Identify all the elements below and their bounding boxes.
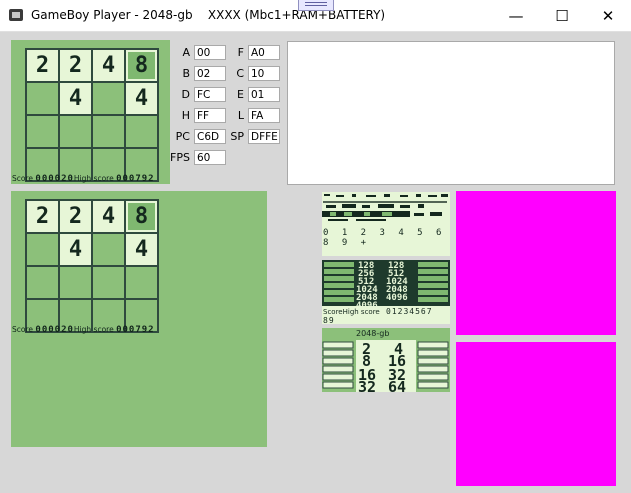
sprite-viewer-top bbox=[456, 191, 616, 335]
board-tile: 2 bbox=[60, 201, 91, 232]
register-value-field[interactable]: FC bbox=[194, 87, 226, 102]
bg-map-graphic: 128 128 256 512 512 1024 1024 2048 2048 … bbox=[322, 260, 450, 324]
board-tile bbox=[93, 234, 124, 265]
close-button[interactable]: ✕ bbox=[585, 0, 631, 31]
minimize-icon: — bbox=[508, 6, 524, 25]
register-value-field[interactable]: DFFE bbox=[248, 129, 280, 144]
lcd-screen-large: 224844 Score 000020High score 000792 bbox=[11, 191, 267, 447]
register-label: PC bbox=[175, 130, 190, 143]
score-line-mirror: Score 000020High score 000792 bbox=[12, 325, 155, 335]
window-number: 32 bbox=[358, 378, 376, 392]
score-label: Score bbox=[12, 325, 34, 334]
window-number: 64 bbox=[388, 378, 406, 392]
board-tile bbox=[60, 267, 91, 298]
register-value-field[interactable]: 01 bbox=[248, 87, 280, 102]
board-tile: 2 bbox=[27, 201, 58, 232]
tileset-glyphs bbox=[322, 192, 450, 226]
register-label: L bbox=[237, 109, 244, 122]
board-tile: 8 bbox=[126, 201, 157, 232]
high-score-label: High score bbox=[73, 174, 114, 183]
board-tile: 4 bbox=[126, 83, 157, 114]
score-value: 000020 bbox=[35, 325, 74, 335]
title-bar: GameBoy Player - 2048-gb XXXX (Mbc1+RAM+… bbox=[0, 0, 631, 32]
register-label: B bbox=[182, 67, 190, 80]
board-tile: 2 bbox=[60, 50, 91, 81]
close-icon: ✕ bbox=[601, 6, 615, 25]
sprite-viewer-bottom bbox=[456, 342, 616, 486]
high-score-label: High score bbox=[73, 325, 114, 334]
lcd-screen-small: 224844 Score 000020High score 000792 bbox=[11, 40, 170, 184]
board-tile: 4 bbox=[60, 83, 91, 114]
score-line: Score 000020High score 000792 bbox=[12, 174, 155, 184]
register-label: F bbox=[237, 46, 244, 59]
board-tile bbox=[126, 116, 157, 147]
register-label: SP bbox=[230, 130, 244, 143]
register-value-field[interactable]: FA bbox=[248, 108, 280, 123]
tileset-viewer: 0 1 2 3 4 5 6 7 8 9 + bbox=[322, 192, 450, 256]
maximize-button[interactable]: ☐ bbox=[539, 0, 585, 31]
register-value-field[interactable]: 60 bbox=[194, 150, 226, 165]
board-tile: 2 bbox=[27, 50, 58, 81]
register-label: FPS bbox=[170, 151, 190, 164]
board-tile bbox=[27, 116, 58, 147]
bgmap-digits2: 89 bbox=[323, 316, 335, 324]
register-value-field[interactable]: 10 bbox=[248, 66, 280, 81]
minimize-button[interactable]: — bbox=[493, 0, 539, 31]
register-value-field[interactable]: A0 bbox=[248, 45, 280, 60]
board-tile: 4 bbox=[93, 50, 124, 81]
board-tile: 4 bbox=[60, 234, 91, 265]
tileset-digits: 0 1 2 3 4 5 6 7 8 9 + bbox=[323, 228, 450, 248]
window-layer-viewer: 2048-gb 2 4 8 16 16 32 32 64 bbox=[322, 328, 450, 392]
game-board: 224844 bbox=[25, 48, 159, 182]
board-tile: 4 bbox=[126, 234, 157, 265]
register-label: C bbox=[236, 67, 244, 80]
bgmap-digits: 01234567 bbox=[386, 307, 433, 316]
bg-map-viewer: 128 128 256 512 512 1024 1024 2048 2048 … bbox=[322, 260, 450, 324]
register-label: A bbox=[182, 46, 190, 59]
emulator-client-area: 224844 Score 000020High score 000792 A 00… bbox=[0, 32, 631, 493]
window-layer-graphic: 2048-gb 2 4 8 16 16 32 32 64 bbox=[322, 328, 450, 392]
app-icon bbox=[9, 9, 23, 21]
board-tile bbox=[27, 83, 58, 114]
register-value-field[interactable]: 00 bbox=[194, 45, 226, 60]
bgmap-score-label: ScoreHigh score bbox=[323, 308, 380, 316]
board-tile bbox=[93, 83, 124, 114]
board-tile bbox=[27, 234, 58, 265]
register-label: H bbox=[181, 109, 190, 122]
register-label: D bbox=[181, 88, 190, 101]
register-label: E bbox=[237, 88, 244, 101]
maximize-icon: ☐ bbox=[555, 6, 569, 25]
debug-output-box[interactable] bbox=[287, 41, 615, 185]
game-board-mirror: 224844 bbox=[25, 199, 159, 333]
bgmap-number: 4096 bbox=[386, 293, 408, 303]
board-tile: 4 bbox=[93, 201, 124, 232]
high-score-value: 000792 bbox=[116, 325, 155, 335]
score-value: 000020 bbox=[35, 174, 74, 184]
window-layer-title: 2048-gb bbox=[356, 329, 389, 338]
hidden-menu-handle[interactable] bbox=[298, 0, 334, 11]
high-score-value: 000792 bbox=[116, 174, 155, 184]
board-tile bbox=[27, 267, 58, 298]
register-value-field[interactable]: 02 bbox=[194, 66, 226, 81]
board-tile bbox=[126, 267, 157, 298]
board-tile: 8 bbox=[126, 50, 157, 81]
board-tile bbox=[93, 116, 124, 147]
register-value-field[interactable]: C6D bbox=[194, 129, 226, 144]
tileset-digits-row1: 0 1 2 3 4 5 6 7 bbox=[323, 228, 450, 238]
tileset-digits-row2: 8 9 + bbox=[323, 238, 371, 248]
register-value-field[interactable]: FF bbox=[194, 108, 226, 123]
board-tile bbox=[60, 116, 91, 147]
score-label: Score bbox=[12, 174, 34, 183]
board-tile bbox=[93, 267, 124, 298]
